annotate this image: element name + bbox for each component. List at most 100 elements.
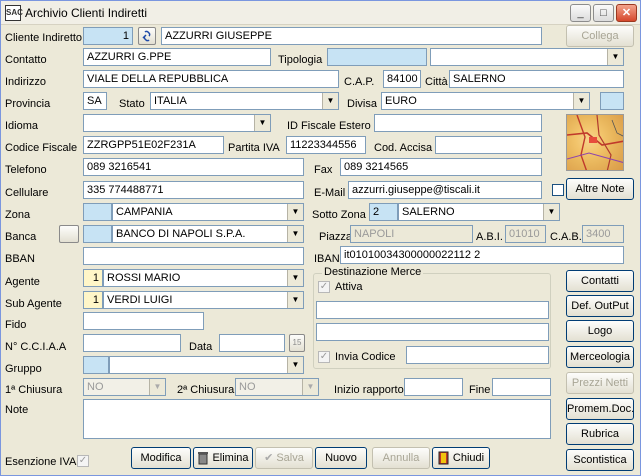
sotto-zona-code-field[interactable]: 2 — [369, 203, 398, 221]
destinazione-line2-field[interactable] — [316, 323, 549, 341]
rubrica-button[interactable]: Rubrica — [566, 423, 634, 445]
label-gruppo: Gruppo — [5, 363, 42, 375]
nuovo-button[interactable]: Nuovo — [315, 447, 367, 469]
divisa-code-field[interactable] — [600, 92, 624, 110]
nr-cciaa-field[interactable] — [83, 334, 181, 352]
cliente-name-field[interactable]: AZZURRI GIUSEPPE — [161, 27, 542, 45]
iban-field[interactable]: it01010034300000022112 2 — [340, 246, 624, 264]
zona-select[interactable]: CAMPANIA ▼ — [112, 203, 304, 221]
chevron-down-icon: ▼ — [287, 292, 303, 308]
label-bban: BBAN — [5, 253, 35, 265]
maximize-button[interactable]: □ — [593, 4, 614, 22]
chevron-down-icon: ▼ — [302, 379, 318, 395]
note-textarea[interactable] — [83, 399, 551, 439]
link-button[interactable] — [138, 27, 156, 45]
gruppo-select[interactable]: ▼ — [109, 356, 304, 374]
altre-note-button[interactable]: Altre Note — [566, 178, 634, 200]
tipologia-code-field[interactable] — [327, 48, 427, 66]
label-stato: Stato — [119, 98, 145, 110]
invia-codice-field[interactable] — [406, 346, 549, 364]
banca-lookup-button[interactable] — [59, 225, 79, 243]
label-indirizzo: Indirizzo — [5, 76, 46, 88]
title-bar: SAC Archivio Clienti Indiretti _ □ ✕ — [1, 1, 640, 25]
contatto-field[interactable]: AZZURRI G.PPE — [83, 48, 271, 66]
inizio-rapporto-field[interactable] — [404, 378, 463, 396]
fax-field[interactable]: 089 3214565 — [340, 158, 542, 176]
chiudi-button[interactable]: Chiudi — [432, 447, 490, 469]
map-icon[interactable] — [566, 114, 624, 171]
divisa-select[interactable]: EURO ▼ — [381, 92, 590, 110]
label-codice-fiscale: Codice Fiscale — [5, 142, 78, 154]
telefono-field[interactable]: 089 3216541 — [83, 158, 304, 176]
agente-select[interactable]: ROSSI MARIO ▼ — [103, 269, 304, 287]
close-button[interactable]: ✕ — [616, 4, 637, 22]
chevron-down-icon: ▼ — [287, 357, 303, 373]
label-seconda-chiusura: 2ª Chiusura — [177, 384, 235, 396]
bban-field[interactable] — [83, 247, 304, 265]
cap-field[interactable]: 84100 — [383, 70, 421, 88]
zona-code-field[interactable] — [83, 203, 112, 221]
salva-button[interactable]: ✔ Salva — [255, 447, 313, 469]
codice-fiscale-field[interactable]: ZZRGPP51E02F231A — [83, 136, 224, 154]
calendar-icon[interactable]: 15 — [289, 334, 305, 352]
app-icon: SAC — [5, 5, 23, 21]
merceologia-button[interactable]: Merceologia — [566, 346, 634, 368]
label-data: Data — [189, 341, 213, 353]
check-icon: ✓ — [319, 351, 329, 362]
sotto-zona-select[interactable]: SALERNO ▼ — [398, 203, 560, 221]
cliente-code-field[interactable]: 1 — [83, 27, 133, 45]
label-banca: Banca — [5, 231, 37, 243]
agente-code-field[interactable]: 1 — [83, 269, 103, 287]
citta-field[interactable]: SALERNO — [449, 70, 624, 88]
chevron-down-icon: ▼ — [254, 115, 270, 131]
logo-button[interactable]: Logo — [566, 320, 634, 342]
invia-codice-checkbox[interactable]: ✓ — [318, 351, 330, 363]
window: SAC Archivio Clienti Indiretti _ □ ✕ Cli… — [0, 0, 641, 476]
label-note: Note — [5, 404, 29, 416]
prezzi-netti-button[interactable]: Prezzi Netti — [566, 372, 634, 394]
minimize-button[interactable]: _ — [570, 4, 591, 22]
email-checkbox[interactable] — [552, 184, 564, 196]
prima-chiusura-select[interactable]: NO ▼ — [83, 378, 166, 396]
collega-button[interactable]: Collega — [566, 25, 634, 47]
modifica-button[interactable]: Modifica — [131, 447, 191, 469]
gruppo-code-field[interactable] — [83, 356, 109, 374]
destinazione-line1-field[interactable] — [316, 301, 549, 319]
provincia-field[interactable]: SA — [83, 92, 107, 110]
label-invia-codice: Invia Codice — [335, 351, 396, 363]
email-field[interactable]: azzurri.giuseppe@tiscali.it — [348, 181, 542, 199]
scontistica-button[interactable]: Scontistica — [566, 449, 634, 471]
piazza-field[interactable]: NAPOLI — [350, 225, 473, 243]
id-fiscale-estero-field[interactable] — [374, 114, 542, 132]
esenzione-iva-checkbox[interactable]: ✓ — [77, 455, 89, 467]
tipologia-select[interactable]: ▼ — [430, 48, 624, 66]
def-output-button[interactable]: Def. OutPut — [566, 295, 634, 317]
partita-iva-field[interactable]: 11223344556 — [286, 136, 366, 154]
seconda-chiusura-select[interactable]: NO ▼ — [235, 378, 319, 396]
elimina-button[interactable]: Elimina — [193, 447, 253, 469]
annulla-button[interactable]: Annulla — [372, 447, 430, 469]
chevron-down-icon: ▼ — [149, 379, 165, 395]
banca-code-field[interactable] — [83, 225, 112, 243]
cod-accisa-field[interactable] — [435, 136, 542, 154]
sub-agente-select[interactable]: VERDI LUIGI ▼ — [103, 291, 304, 309]
stato-select[interactable]: ITALIA ▼ — [150, 92, 339, 110]
attiva-checkbox[interactable]: ✓ — [318, 281, 330, 293]
label-provincia: Provincia — [5, 98, 51, 110]
label-partita-iva: Partita IVA — [228, 142, 280, 154]
data-field[interactable] — [219, 334, 285, 352]
fine-field[interactable] — [492, 378, 551, 396]
chevron-down-icon: ▼ — [287, 270, 303, 286]
indirizzo-field[interactable]: VIALE DELLA REPUBBLICA — [83, 70, 339, 88]
abi-field[interactable]: 01010 — [505, 225, 546, 243]
sub-agente-code-field[interactable]: 1 — [83, 291, 103, 309]
cab-field[interactable]: 3400 — [582, 225, 624, 243]
banca-select[interactable]: BANCO DI NAPOLI S.P.A. ▼ — [112, 225, 304, 243]
fido-field[interactable] — [83, 312, 204, 330]
cellulare-field[interactable]: 335 774488771 — [83, 181, 304, 199]
promem-doc-button[interactable]: Promem.Doc. — [566, 398, 634, 420]
label-zona: Zona — [5, 209, 31, 221]
idioma-select[interactable]: ▼ — [83, 114, 271, 132]
contatti-button[interactable]: Contatti — [566, 270, 634, 292]
check-icon: ✔ — [264, 452, 274, 465]
